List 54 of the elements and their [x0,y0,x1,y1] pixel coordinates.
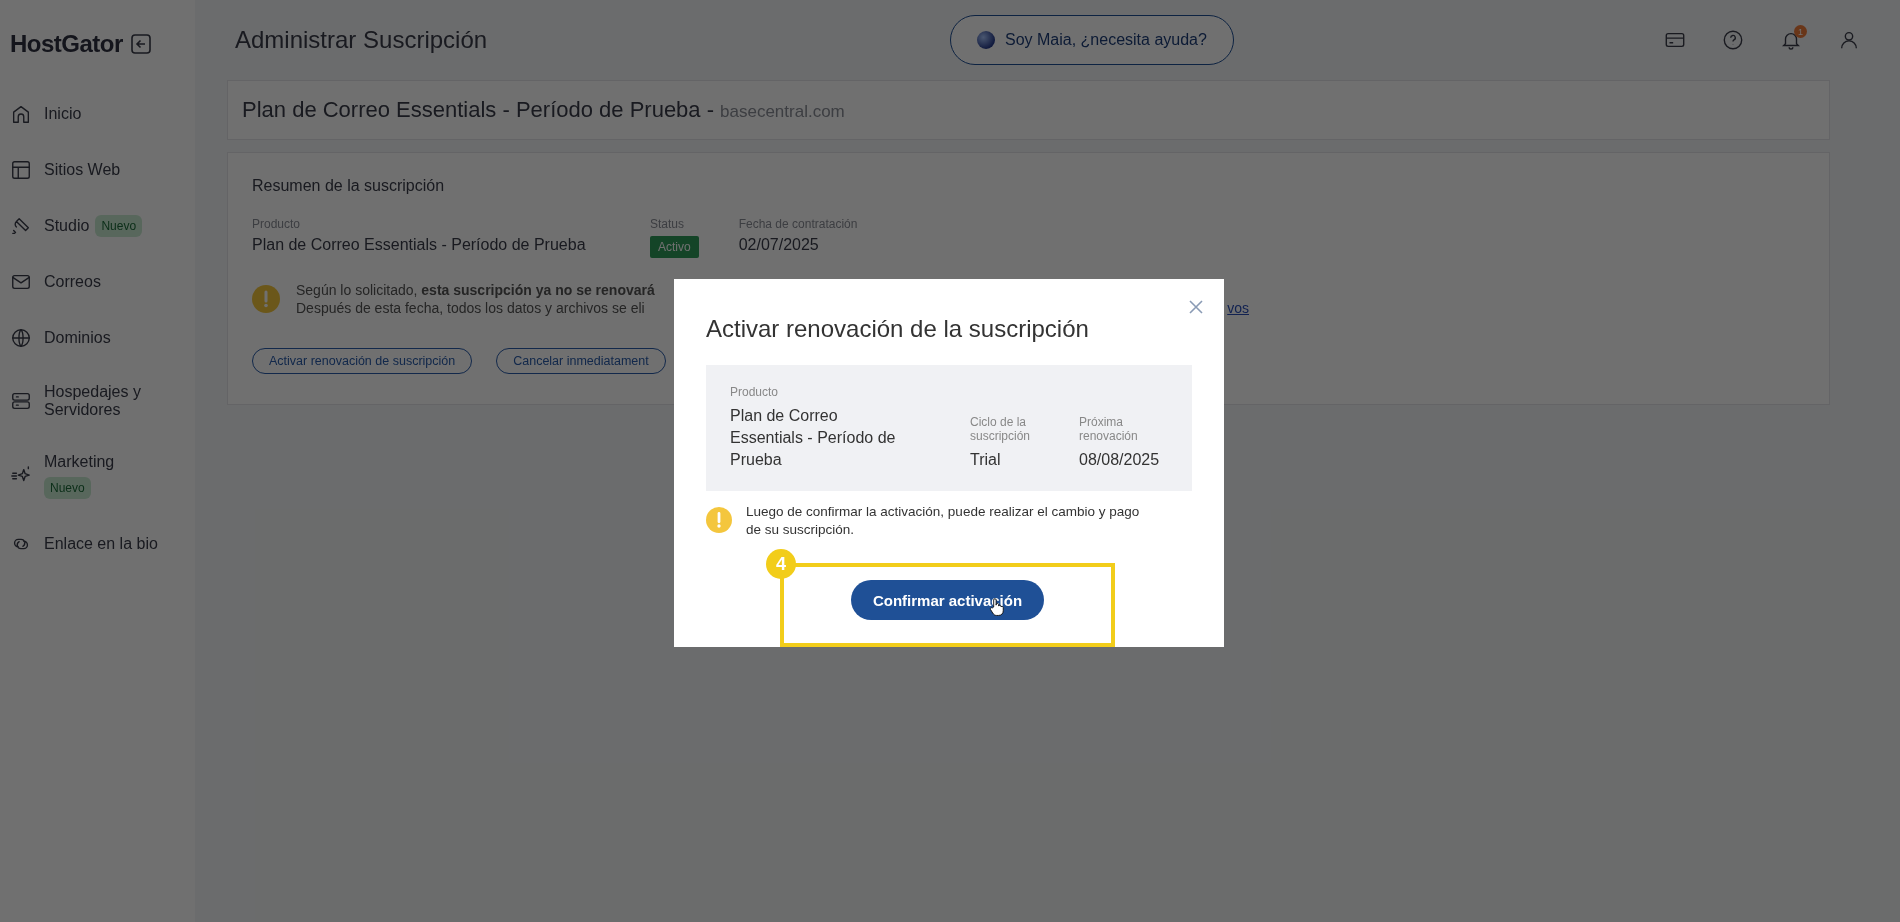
nav-item[interactable]: Hospedajes y Servidores [10,366,195,436]
nav-label: Sitios Web [44,161,121,179]
nav-label: Inicio [44,105,82,123]
new-badge: Nuevo [44,477,91,499]
layout-icon [10,159,32,181]
nav-label: Correos [44,273,101,291]
nav-label: Dominios [44,329,111,347]
warning-icon [706,507,732,533]
field-value: 02/07/2025 [738,236,820,254]
close-icon[interactable] [1188,299,1204,315]
server-icon [10,390,32,412]
nav-label: Studio [44,217,90,235]
logo[interactable]: HostGator [10,30,123,58]
warning-text: Luego de confirmar la activación, puede realizar el cambio y pago de su suscripción. [746,503,1141,539]
outline-button[interactable]: Cancelar inmediatament [496,348,666,374]
notification-count: 1 [1794,25,1807,38]
nav-item[interactable]: Marketing Nuevo [10,436,195,516]
globe-icon [10,327,32,349]
nav-item[interactable]: Inicio [10,86,195,142]
detail-value: Trial [970,450,1002,470]
nav-label: Hospedajes y Servidores [44,383,142,419]
alert-link[interactable]: vos [1227,300,1249,316]
nav-item[interactable]: Studio Nuevo [10,198,195,254]
warning-icon [252,285,280,313]
nav-label: Marketing [44,453,115,471]
home-icon [10,103,32,125]
detail-value: Plan de Correo Essentials - Período de Prueba [730,406,897,470]
nav-label: Enlace en la bio [44,535,158,553]
help-icon[interactable] [1722,29,1744,51]
outline-button[interactable]: Activar renovación de suscripción [252,348,473,374]
nav-item[interactable]: Dominios [10,310,195,366]
plan-title: Plan de Correo Essentials - Período de Prueba - [242,97,715,123]
modal-title: Activar renovación de la suscripción [706,315,1090,343]
detail-label: Ciclo de la suscripción [970,415,1032,443]
nav-item[interactable]: Sitios Web [10,142,195,198]
summary-heading: Resumen de la suscripción [252,177,446,195]
new-badge: Nuevo [95,215,143,237]
orb-icon [977,31,995,49]
alert-text: Después de esta fecha, todos los datos y archivos se eli [296,300,645,316]
status-badge: Activo [650,236,699,258]
nav-item[interactable]: Enlace en la bio [10,516,195,572]
page-title: Administrar Suscripción [235,26,489,54]
detail-label: Producto [730,385,780,399]
field-value: Plan de Correo Essentials - Período de Prueba [252,236,587,254]
alert-text: Según lo solicitado, esta suscripción ya no se renovará [296,282,656,298]
user-icon[interactable] [1838,29,1860,51]
collapse-sidebar-icon[interactable] [130,34,151,54]
confirm-button[interactable]: Confirmar activación [850,580,1045,620]
nav-item[interactable]: Correos [10,254,195,310]
detail-value: 08/08/2025 [1079,450,1161,470]
detail-label: Próxima renovación [1079,415,1139,443]
brush-icon [10,215,32,237]
assistant-button[interactable]: Soy Maia, ¿necesita ayuda? [950,15,1234,65]
step-badge: 4 [766,549,796,579]
